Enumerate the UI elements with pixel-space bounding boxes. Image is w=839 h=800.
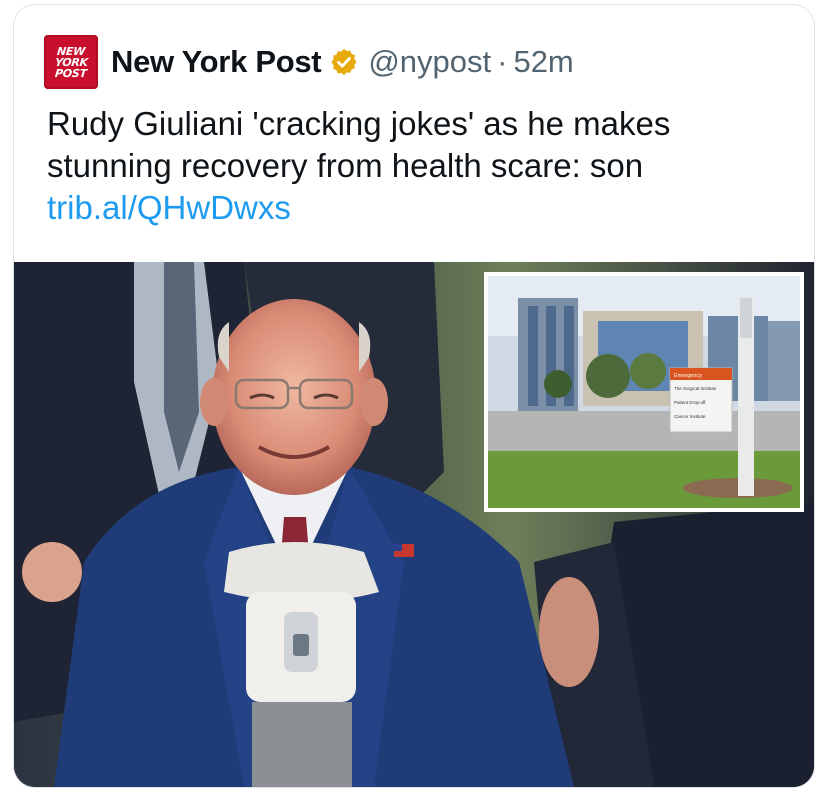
tweet-card[interactable]: NEW YORK POST New York Post @nypost · 52… bbox=[13, 4, 815, 788]
separator-dot: · bbox=[497, 44, 508, 79]
tweet-body: Rudy Giuliani 'cracking jokes' as he mak… bbox=[47, 105, 671, 184]
tweet-link[interactable]: trib.al/QHwDwxs bbox=[47, 187, 787, 229]
sign-line-3: Patient Drop-off bbox=[674, 400, 706, 405]
sign-line-4: Cancer Institute bbox=[674, 414, 706, 419]
avatar[interactable]: NEW YORK POST bbox=[44, 35, 98, 89]
sign-line-1: Emergency bbox=[674, 373, 702, 379]
author-handle[interactable]: @nypost bbox=[368, 44, 491, 80]
tweet-text: Rudy Giuliani 'cracking jokes' as he mak… bbox=[47, 103, 787, 229]
hospital-inset-photo: Emergency The Surgical Institute Patient… bbox=[484, 272, 804, 512]
tweet-media-image[interactable]: Emergency The Surgical Institute Patient… bbox=[14, 262, 814, 787]
avatar-logo-line-3: POST bbox=[54, 66, 88, 80]
tweet-header: NEW YORK POST New York Post @nypost · 52… bbox=[44, 34, 574, 90]
sign-line-2: The Surgical Institute bbox=[674, 386, 717, 391]
hospital-building-image: Emergency The Surgical Institute Patient… bbox=[488, 276, 800, 508]
author-name[interactable]: New York Post bbox=[111, 44, 322, 80]
avatar-logo-line-2: YORK bbox=[53, 55, 89, 69]
avatar-logo-line-1: NEW bbox=[56, 44, 86, 58]
verified-badge-icon bbox=[331, 48, 357, 76]
timestamp[interactable]: 52m bbox=[513, 44, 573, 80]
